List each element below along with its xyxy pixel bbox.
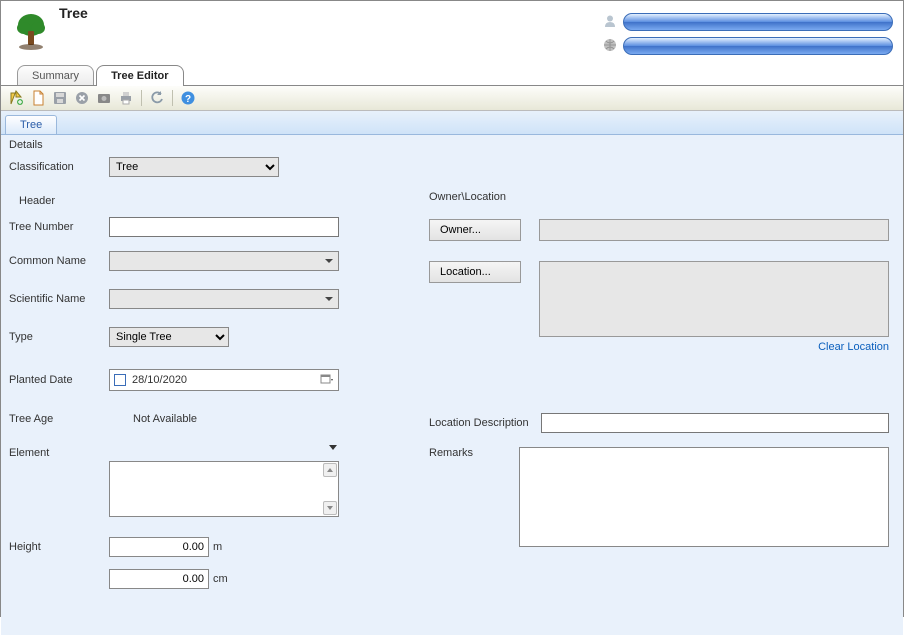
classification-label: Classification (9, 161, 109, 173)
calendar-dropdown-icon[interactable] (320, 373, 334, 387)
scientific-name-select[interactable] (109, 289, 339, 309)
planted-date-input[interactable]: 28/10/2020 (109, 369, 339, 391)
details-panel: Details Classification Tree Header Tree … (1, 135, 903, 635)
header-bar: Tree (1, 1, 903, 63)
user-dropdown-1[interactable] (623, 13, 893, 31)
refresh-icon[interactable] (148, 89, 166, 107)
element-dropdown-icon[interactable] (329, 445, 337, 450)
main-tab-bar: Summary Tree Editor (1, 63, 903, 85)
common-name-select[interactable] (109, 251, 339, 271)
tree-logo-icon (11, 11, 51, 51)
new-icon[interactable] (7, 89, 25, 107)
location-description-label: Location Description (429, 417, 541, 429)
height-label: Height (9, 541, 109, 553)
tree-age-label: Tree Age (9, 413, 109, 425)
remarks-label: Remarks (429, 447, 519, 459)
right-column: Owner\Location Owner... Location... Clea… (429, 191, 895, 603)
tree-number-label: Tree Number (9, 221, 109, 233)
owner-button[interactable]: Owner... (429, 219, 521, 241)
location-display (539, 261, 889, 337)
classification-select[interactable]: Tree (109, 157, 279, 177)
tab-tree-editor[interactable]: Tree Editor (96, 65, 183, 86)
user-dropdown-2[interactable] (623, 37, 893, 55)
location-button[interactable]: Location... (429, 261, 521, 283)
inner-tab-tree[interactable]: Tree (5, 115, 57, 134)
header-section-label: Header (19, 195, 399, 207)
user-area (603, 5, 893, 55)
left-column: Header Tree Number Common Name Scientifi… (9, 191, 399, 603)
owner-location-section-label: Owner\Location (429, 191, 889, 203)
clear-location-link[interactable]: Clear Location (818, 341, 889, 353)
element-label: Element (9, 447, 109, 459)
page-title: Tree (59, 5, 88, 21)
print-icon[interactable] (117, 89, 135, 107)
height-input[interactable] (109, 537, 209, 557)
width-input[interactable] (109, 569, 209, 589)
width-unit: cm (213, 573, 228, 585)
type-select[interactable]: Single Tree (109, 327, 229, 347)
element-listbox[interactable] (109, 461, 339, 517)
toolbar: ? (1, 85, 903, 111)
user-icon (603, 14, 617, 31)
owner-display (539, 219, 889, 241)
tree-age-value: Not Available (109, 413, 197, 425)
scroll-up-icon[interactable] (323, 463, 337, 477)
tree-number-input[interactable] (109, 217, 339, 237)
planted-date-label: Planted Date (9, 374, 109, 386)
tab-summary[interactable]: Summary (17, 65, 94, 85)
scroll-down-icon[interactable] (323, 501, 337, 515)
save-icon[interactable] (51, 89, 69, 107)
help-icon[interactable]: ? (179, 89, 197, 107)
height-unit: m (213, 541, 222, 553)
remarks-textarea[interactable] (519, 447, 889, 547)
photo-icon[interactable] (95, 89, 113, 107)
planted-date-checkbox[interactable] (114, 374, 126, 386)
location-description-input[interactable] (541, 413, 889, 433)
common-name-label: Common Name (9, 255, 109, 267)
details-section-label: Details (9, 139, 895, 151)
cancel-icon[interactable] (73, 89, 91, 107)
inner-tab-bar: Tree (1, 111, 903, 135)
globe-icon (603, 38, 617, 55)
scientific-name-label: Scientific Name (9, 293, 109, 305)
type-label: Type (9, 331, 109, 343)
svg-text:?: ? (185, 94, 191, 105)
document-icon[interactable] (29, 89, 47, 107)
